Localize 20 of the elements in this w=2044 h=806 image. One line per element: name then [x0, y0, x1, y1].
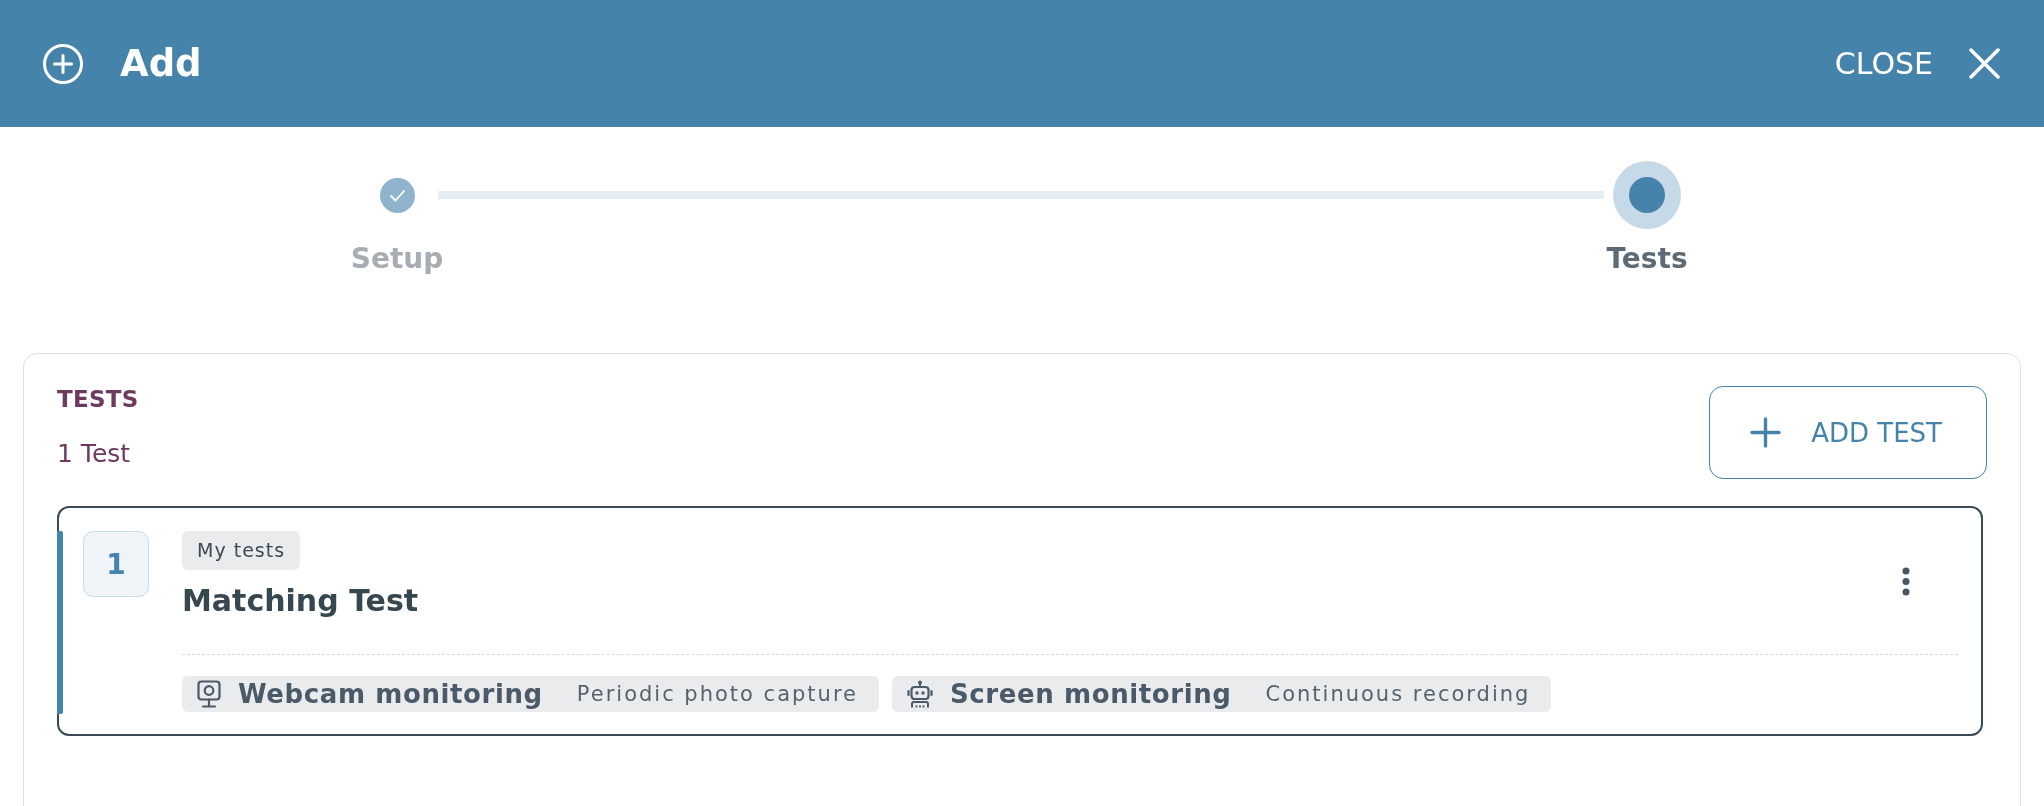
add-test-button[interactable]: ADD TEST	[1709, 386, 1987, 479]
step-label: Setup	[350, 242, 444, 276]
step-label: Tests	[1606, 242, 1688, 276]
section-heading: TESTS	[57, 386, 139, 413]
plus-circle-icon	[43, 43, 83, 84]
more-vertical-icon	[1902, 567, 1910, 596]
test-count: 1 Test	[57, 439, 131, 469]
webcam-icon	[197, 680, 221, 708]
close-icon	[1969, 48, 2000, 79]
feature-detail: Continuous recording	[1265, 681, 1531, 708]
category-tag: My tests	[182, 531, 301, 570]
close-button[interactable]: CLOSE	[1834, 45, 2000, 82]
robot-icon	[907, 680, 933, 708]
feature-detail: Periodic photo capture	[576, 681, 858, 708]
test-title: Matching Test	[182, 583, 419, 619]
dialog-title: Add	[120, 41, 202, 86]
feature-name: Webcam monitoring	[238, 679, 543, 709]
plus-icon	[1750, 417, 1782, 448]
feature-name: Screen monitoring	[950, 679, 1232, 709]
test-number: 1	[83, 531, 149, 597]
